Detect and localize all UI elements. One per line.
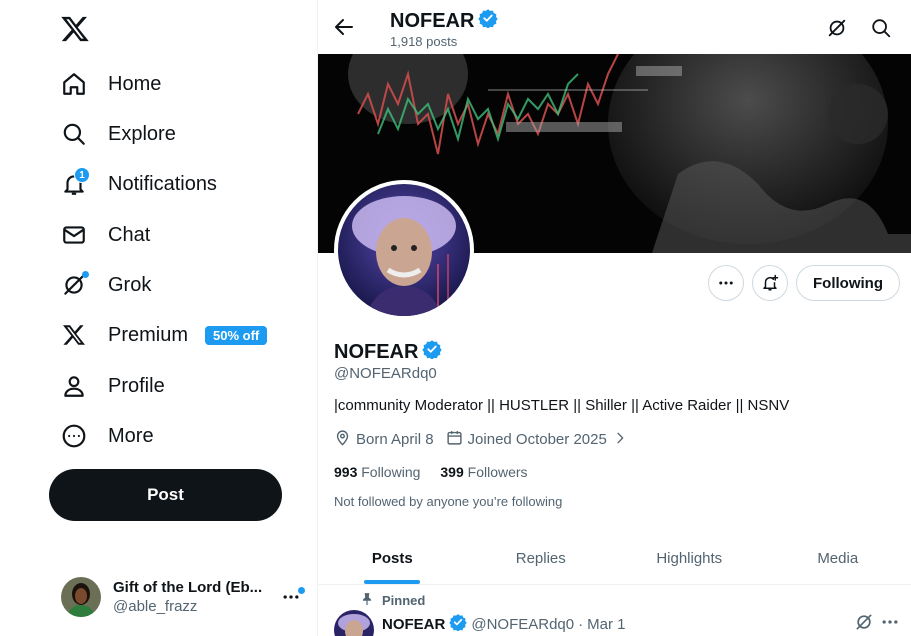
tab-posts-label: Posts [371, 549, 413, 567]
tab-highlights[interactable]: Highlights [615, 532, 764, 584]
x-logo-icon[interactable] [60, 14, 90, 44]
nav-premium-label: Premium [108, 323, 189, 346]
bell-icon: 1 [60, 167, 90, 198]
tab-replies-label: Replies [515, 549, 566, 567]
mail-icon [60, 221, 88, 249]
verified-badge-icon [449, 613, 468, 635]
x-logo-icon [60, 321, 88, 349]
pinned-label: Pinned [382, 593, 426, 608]
account-name: Gift of the Lord (Eb... [113, 579, 263, 596]
back-arrow-icon[interactable] [332, 15, 356, 39]
follow-stats: 993 Following 399 Followers [334, 464, 528, 480]
profile-name-text: NOFEAR [334, 340, 419, 363]
nav-grok-label: Grok [108, 273, 152, 296]
tab-media-label: Media [817, 549, 859, 567]
grok-icon[interactable] [826, 17, 848, 39]
account-handle: @able_frazz [113, 598, 198, 615]
profile-header-bar: NOFEAR 1,918 posts [318, 0, 911, 54]
profile-column: NOFEAR 1,918 posts Following NOFEAR @NOF… [317, 0, 911, 636]
post-header: NOFEAR @NOFEARdq0 · Mar 1 [382, 613, 625, 635]
chevron-right-icon [612, 430, 628, 450]
avatar [61, 577, 101, 617]
tab-highlights-label: Highlights [656, 549, 723, 567]
tab-posts[interactable]: Posts [318, 532, 467, 584]
born-text: Born April 8 [356, 431, 434, 448]
more-horizontal-icon[interactable] [880, 612, 900, 632]
nav-notifications[interactable]: 1 Notifications [60, 164, 217, 204]
header-display-name: NOFEAR [390, 8, 499, 34]
sidebar: Home Explore 1 Notifications Chat Grok P… [0, 0, 317, 636]
profile-handle: @NOFEARdq0 [334, 365, 437, 382]
joined-item[interactable]: Joined October 2025 [446, 429, 628, 450]
search-icon [60, 120, 88, 148]
post-author-name[interactable]: NOFEAR [382, 616, 445, 633]
more-horizontal-icon[interactable] [279, 585, 305, 609]
account-switcher[interactable]: Gift of the Lord (Eb... @able_frazz [49, 567, 309, 627]
following-stat[interactable]: 993 Following [334, 464, 420, 480]
nav-profile-label: Profile [108, 374, 165, 397]
followed-by-note: Not followed by anyone you’re following [334, 494, 563, 509]
verified-badge-icon[interactable] [422, 339, 443, 365]
header-post-count: 1,918 posts [390, 34, 458, 49]
notification-count-badge: 1 [74, 167, 90, 183]
location-pin-icon [334, 429, 351, 450]
home-icon [60, 70, 88, 98]
grok-icon [60, 271, 89, 299]
followers-stat[interactable]: 399 Followers [440, 464, 527, 480]
nav-profile[interactable]: Profile [60, 366, 165, 406]
active-tab-indicator [364, 580, 421, 584]
profile-display-name: NOFEAR [334, 339, 443, 365]
nav-premium[interactable]: Premium 50% off [60, 315, 268, 355]
verified-badge-icon [478, 8, 499, 34]
profile-meta: Born April 8 Joined October 2025 [334, 429, 640, 450]
followers-label: Followers [467, 464, 528, 480]
profile-tabs: Posts Replies Highlights Media [318, 532, 911, 585]
post-author-handle[interactable]: @NOFEARdq0 [471, 616, 574, 633]
nav-home[interactable]: Home [60, 64, 161, 104]
nav-home-label: Home [108, 72, 162, 95]
nav-chat-label: Chat [108, 223, 151, 246]
calendar-icon [446, 429, 463, 450]
joined-text: Joined October 2025 [467, 431, 607, 448]
person-icon [60, 372, 88, 400]
nav-more-label: More [108, 424, 154, 447]
tab-media[interactable]: Media [764, 532, 911, 584]
more-horizontal-icon[interactable] [708, 265, 744, 301]
nav-explore[interactable]: Explore [60, 114, 176, 154]
pin-icon [360, 592, 374, 609]
grok-icon[interactable] [854, 612, 874, 632]
birthday-item: Born April 8 [334, 429, 434, 450]
premium-discount-badge: 50% off [205, 325, 268, 345]
header-name-text: NOFEAR [390, 9, 475, 32]
nav-grok[interactable]: Grok [60, 265, 151, 305]
search-icon[interactable] [870, 17, 892, 39]
nav-notifications-label: Notifications [108, 172, 217, 195]
nav-explore-label: Explore [108, 122, 176, 145]
profile-avatar[interactable] [334, 180, 474, 320]
post-button[interactable]: Post [49, 469, 282, 521]
post-date[interactable]: Mar 1 [587, 616, 625, 633]
nav-more[interactable]: More [60, 416, 154, 456]
profile-bio: |community Moderator || HUSTLER || Shill… [334, 397, 790, 414]
following-label: Following [361, 464, 421, 480]
more-circle-icon [60, 422, 88, 450]
tab-replies[interactable]: Replies [467, 532, 616, 584]
pinned-indicator: Pinned [360, 592, 425, 609]
post-separator: · [578, 615, 584, 633]
grok-new-dot [82, 271, 89, 278]
account-notice-dot [298, 587, 305, 594]
following-button[interactable]: Following [796, 265, 900, 301]
followers-count: 399 [440, 464, 464, 480]
bell-plus-icon[interactable] [752, 265, 788, 301]
nav-chat[interactable]: Chat [60, 215, 150, 255]
avatar[interactable] [334, 610, 374, 636]
following-count: 993 [334, 464, 358, 480]
